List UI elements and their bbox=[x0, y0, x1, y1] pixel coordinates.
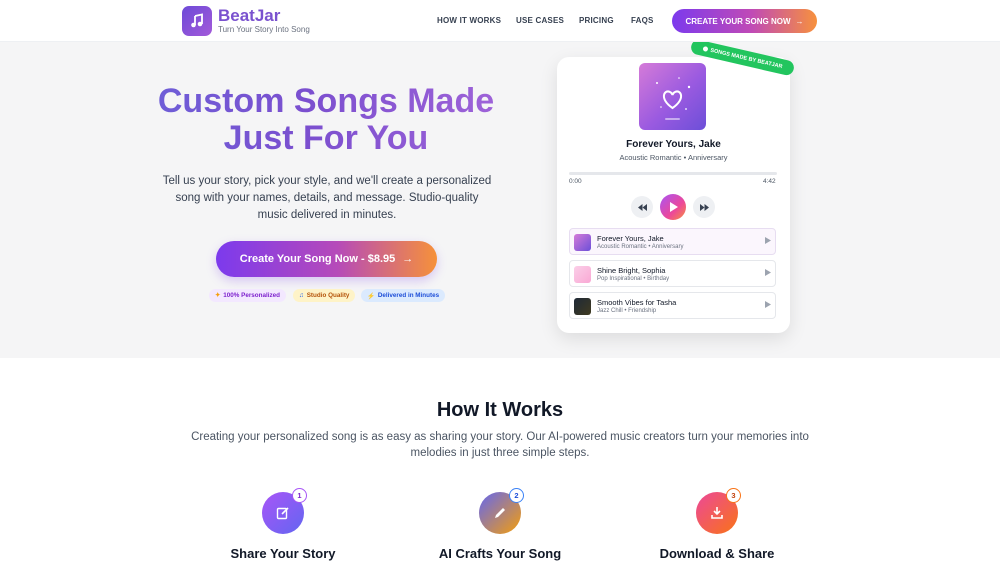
track-meta: Jazz Chill • Friendship bbox=[597, 308, 657, 314]
track-thumbnail bbox=[574, 298, 591, 315]
track-meta: Pop Inspirational • Birthday bbox=[597, 276, 670, 282]
now-playing-meta: Acoustic Romantic • Anniversary bbox=[619, 153, 728, 162]
edit-icon bbox=[276, 507, 289, 520]
play-icon[interactable] bbox=[765, 237, 771, 244]
step-number-badge: 3 bbox=[726, 488, 741, 503]
time-current: 0:00 bbox=[569, 178, 582, 185]
arrow-right-icon: → bbox=[795, 16, 804, 26]
track-title: Shine Bright, Sophia bbox=[597, 266, 666, 275]
top-nav: BeatJar Turn Your Story Into Song HOW IT… bbox=[0, 0, 1000, 42]
album-art bbox=[639, 63, 706, 130]
badge-personalized: ✦ 100% Personalized bbox=[209, 289, 286, 302]
track-row[interactable]: Forever Yours, Jake Acoustic Romantic • … bbox=[569, 228, 776, 255]
download-icon bbox=[711, 507, 723, 519]
nav-faqs[interactable]: FAQS bbox=[631, 16, 654, 25]
hero-title-line1: Custom Songs Made bbox=[140, 83, 512, 120]
progress-track[interactable] bbox=[569, 172, 777, 175]
brand-name[interactable]: BeatJar bbox=[218, 6, 280, 26]
badge-label: Delivered in Minutes bbox=[377, 292, 440, 299]
logo[interactable] bbox=[182, 6, 212, 36]
step-title: AI Crafts Your Song bbox=[438, 546, 562, 561]
hero-subtitle: Tell us your story, pick your style, and… bbox=[162, 175, 492, 221]
track-meta: Acoustic Romantic • Anniversary bbox=[597, 244, 684, 250]
arrow-right-icon: → bbox=[402, 253, 414, 265]
track-thumbnail bbox=[574, 266, 591, 283]
heart-icon bbox=[656, 77, 691, 120]
music-note-icon bbox=[191, 13, 203, 28]
dot-icon bbox=[702, 45, 709, 52]
badge-studio-quality: ♫ Studio Quality bbox=[293, 289, 356, 302]
step-title: Download & Share bbox=[659, 546, 775, 561]
play-icon[interactable] bbox=[765, 269, 771, 276]
how-it-works-description: Creating your personalized song is as ea… bbox=[191, 431, 809, 459]
badge-delivered: ⚡ Delivered in Minutes bbox=[361, 289, 446, 302]
hero-create-song-button[interactable]: Create Your Song Now - $8.95 → bbox=[216, 241, 437, 277]
rewind-button[interactable] bbox=[631, 196, 653, 218]
time-total: 4:42 bbox=[763, 178, 776, 185]
rewind-icon bbox=[637, 203, 647, 211]
track-thumbnail bbox=[574, 234, 591, 251]
music-note-icon: ♫ bbox=[299, 292, 304, 299]
badge-label: 100% Personalized bbox=[223, 292, 280, 299]
play-icon bbox=[669, 202, 678, 212]
nav-create-song-button[interactable]: CREATE YOUR SONG NOW → bbox=[672, 9, 817, 33]
now-playing-title: Forever Yours, Jake bbox=[626, 139, 721, 150]
hero-title-line2: Just For You bbox=[140, 120, 512, 157]
track-row[interactable]: Shine Bright, Sophia Pop Inspirational •… bbox=[569, 260, 776, 287]
badge-label: Studio Quality bbox=[306, 292, 350, 299]
nav-cta-label: CREATE YOUR SONG NOW bbox=[685, 16, 791, 26]
pencil-icon bbox=[495, 508, 505, 518]
nav-pricing[interactable]: PRICING bbox=[579, 16, 614, 25]
fast-forward-icon bbox=[699, 203, 709, 211]
play-button[interactable] bbox=[660, 194, 686, 220]
sparkle-icon: ✦ bbox=[215, 292, 221, 299]
track-row[interactable]: Smooth Vibes for Tasha Jazz Chill • Frie… bbox=[569, 292, 776, 319]
nav-how-it-works[interactable]: HOW IT WORKS bbox=[437, 16, 501, 25]
step-number-badge: 1 bbox=[292, 488, 307, 503]
brand-tagline: Turn Your Story Into Song bbox=[218, 25, 310, 34]
play-icon[interactable] bbox=[765, 301, 771, 308]
hero-cta-label: Create Your Song Now - $8.95 bbox=[239, 253, 396, 265]
lightning-icon: ⚡ bbox=[367, 292, 375, 300]
fast-forward-button[interactable] bbox=[693, 196, 715, 218]
how-it-works-title: How It Works bbox=[436, 399, 564, 421]
track-title: Smooth Vibes for Tasha bbox=[597, 298, 677, 307]
step-title: Share Your Story bbox=[230, 546, 336, 561]
step-number-badge: 2 bbox=[509, 488, 524, 503]
track-title: Forever Yours, Jake bbox=[597, 234, 664, 243]
nav-use-cases[interactable]: USE CASES bbox=[516, 16, 564, 25]
